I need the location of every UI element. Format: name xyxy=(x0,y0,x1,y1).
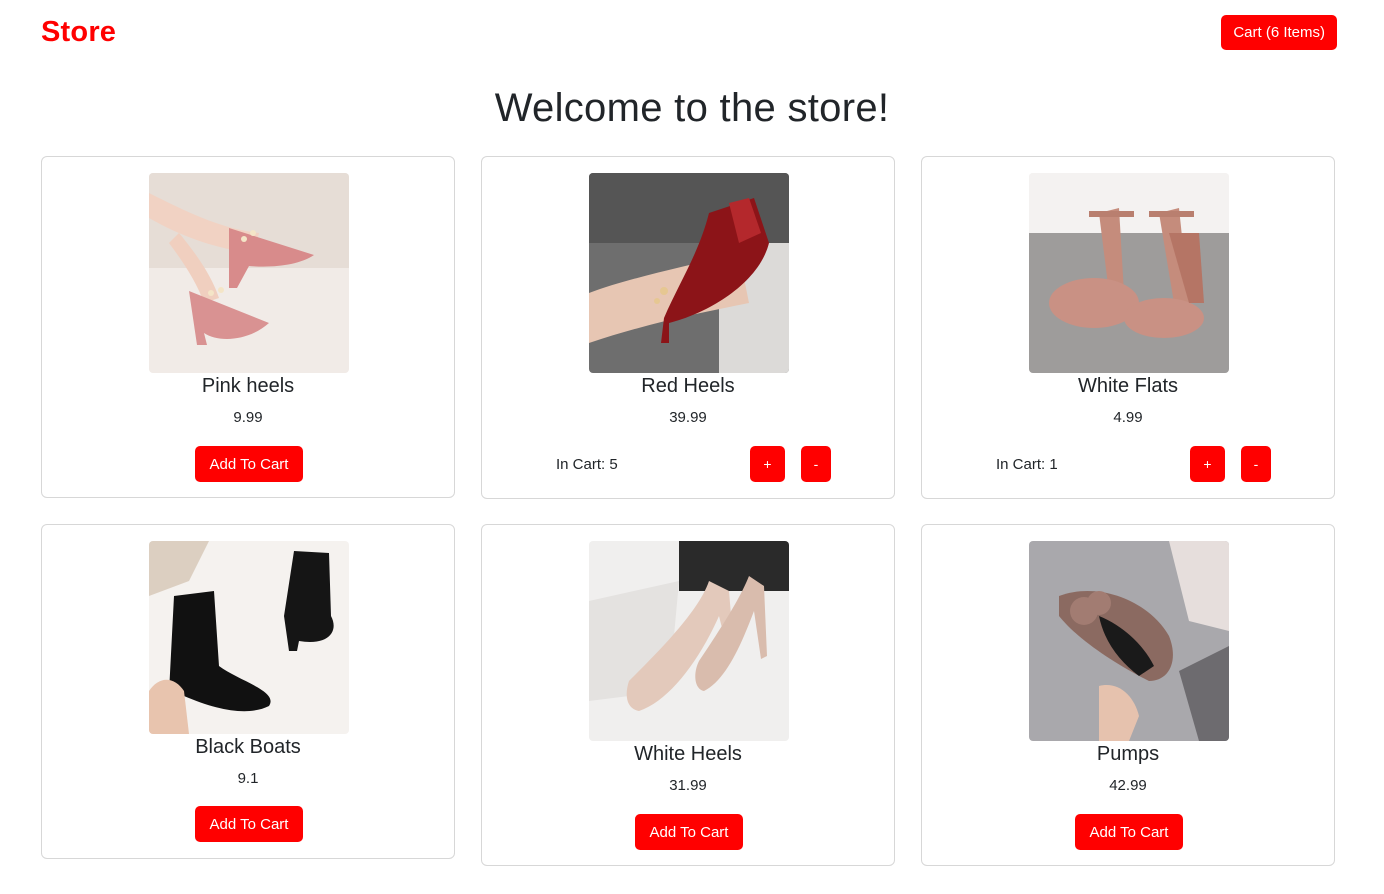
product-price: 9.99 xyxy=(233,409,263,426)
decrease-quantity-button[interactable]: - xyxy=(801,446,831,482)
cart-button[interactable]: Cart (6 Items) xyxy=(1221,15,1337,50)
product-image xyxy=(589,541,789,741)
product-price: 42.99 xyxy=(1109,777,1147,794)
product-price: 31.99 xyxy=(669,777,707,794)
product-name: White Flats xyxy=(1077,375,1179,397)
decrease-quantity-button[interactable]: - xyxy=(1241,446,1271,482)
product-card: Pink heels 9.99 Add To Cart xyxy=(41,156,455,498)
product-card: White Heels 31.99 Add To Cart xyxy=(481,524,895,866)
increase-quantity-button[interactable]: + xyxy=(750,446,785,482)
product-card: Pumps 42.99 Add To Cart xyxy=(921,524,1335,866)
product-image xyxy=(149,541,349,734)
navbar: Store Cart (6 Items) xyxy=(41,14,1337,54)
product-name: Red Heels xyxy=(641,375,735,397)
product-price: 9.1 xyxy=(237,770,259,787)
product-image xyxy=(149,173,349,373)
product-name: Pumps xyxy=(1096,743,1160,765)
store-page: Store Cart (6 Items) Welcome to the stor… xyxy=(0,0,1384,894)
product-card: Red Heels 39.99 In Cart: 5 + - xyxy=(481,156,895,499)
product-price: 4.99 xyxy=(1113,409,1143,426)
product-name: Pink heels xyxy=(201,375,295,397)
add-to-cart-button[interactable]: Add To Cart xyxy=(195,806,303,842)
product-name: Black Boats xyxy=(195,736,301,758)
add-to-cart-button[interactable]: Add To Cart xyxy=(1075,814,1183,850)
product-image xyxy=(1029,541,1229,741)
product-card: White Flats 4.99 In Cart: 1 + - xyxy=(921,156,1335,499)
product-image xyxy=(1029,173,1229,373)
add-to-cart-button[interactable]: Add To Cart xyxy=(635,814,743,850)
product-image xyxy=(589,173,789,373)
product-name: White Heels xyxy=(634,743,742,765)
in-cart-count: In Cart: 1 xyxy=(996,456,1058,473)
brand-logo[interactable]: Store xyxy=(41,16,116,49)
increase-quantity-button[interactable]: + xyxy=(1190,446,1225,482)
product-price: 39.99 xyxy=(669,409,707,426)
product-card: Black Boats 9.1 Add To Cart xyxy=(41,524,455,859)
in-cart-count: In Cart: 5 xyxy=(556,456,618,473)
page-title: Welcome to the store! xyxy=(494,86,890,130)
add-to-cart-button[interactable]: Add To Cart xyxy=(195,446,303,482)
